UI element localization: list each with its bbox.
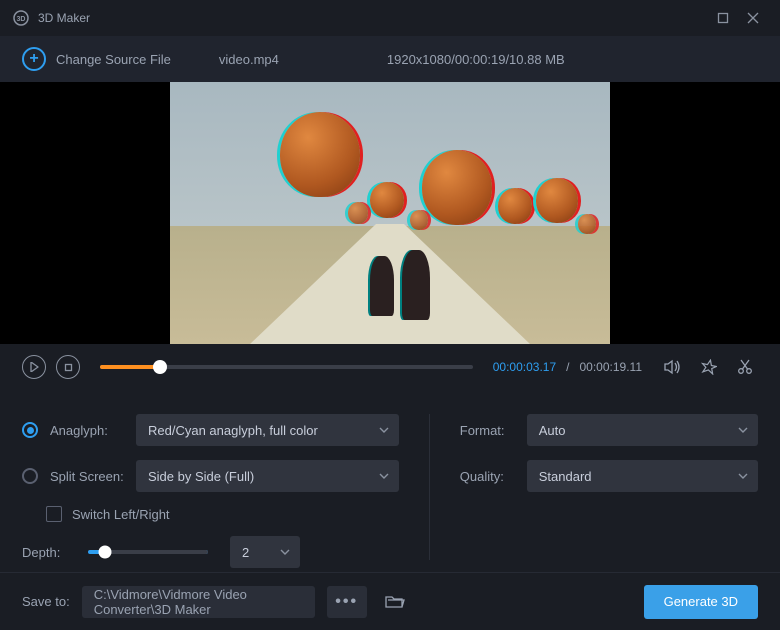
playback-bar: 00:00:03.17 / 00:00:19.11 — [0, 344, 780, 390]
chevron-down-icon — [738, 427, 748, 433]
depth-slider[interactable] — [88, 550, 208, 554]
anaglyph-radio[interactable] — [22, 422, 38, 438]
split-screen-select[interactable]: Side by Side (Full) — [136, 460, 399, 492]
change-source-label: Change Source File — [56, 52, 171, 67]
cut-button[interactable] — [732, 359, 758, 375]
open-folder-button[interactable] — [379, 586, 411, 618]
source-bar: + Change Source File video.mp4 1920x1080… — [0, 36, 780, 82]
anaglyph-label: Anaglyph: — [50, 423, 124, 438]
chevron-down-icon — [280, 549, 290, 555]
split-screen-label: Split Screen: — [50, 469, 124, 484]
time-current: 00:00:03.17 — [493, 360, 556, 374]
close-button[interactable] — [738, 3, 768, 33]
app-title: 3D Maker — [38, 11, 90, 25]
volume-button[interactable] — [660, 359, 686, 375]
switch-lr-checkbox[interactable] — [46, 506, 62, 522]
change-source-button[interactable]: + Change Source File — [22, 47, 171, 71]
quality-label: Quality: — [460, 469, 515, 484]
time-sep: / — [566, 360, 569, 374]
chevron-down-icon — [379, 473, 389, 479]
anaglyph-select[interactable]: Red/Cyan anaglyph, full color — [136, 414, 399, 446]
app-icon: 3D — [12, 9, 30, 27]
titlebar: 3D 3D Maker — [0, 0, 780, 36]
depth-select[interactable]: 2 — [230, 536, 300, 568]
source-meta: 1920x1080/00:00:19/10.88 MB — [387, 52, 565, 67]
maximize-button[interactable] — [708, 3, 738, 33]
settings-panel: Anaglyph: Red/Cyan anaglyph, full color … — [0, 390, 780, 572]
footer-bar: Save to: C:\Vidmore\Vidmore Video Conver… — [0, 572, 780, 630]
play-button[interactable] — [22, 355, 46, 379]
effects-button[interactable] — [696, 359, 722, 375]
generate-3d-button[interactable]: Generate 3D — [644, 585, 758, 619]
switch-lr-label: Switch Left/Right — [72, 507, 170, 522]
video-preview — [0, 82, 780, 344]
browse-button[interactable]: ••• — [327, 586, 367, 618]
depth-label: Depth: — [22, 545, 66, 560]
split-screen-radio[interactable] — [22, 468, 38, 484]
save-to-label: Save to: — [22, 594, 70, 609]
time-total: 00:00:19.11 — [579, 360, 642, 374]
chevron-down-icon — [379, 427, 389, 433]
stop-button[interactable] — [56, 355, 80, 379]
source-filename: video.mp4 — [219, 52, 279, 67]
quality-select[interactable]: Standard — [527, 460, 758, 492]
svg-text:3D: 3D — [17, 16, 26, 23]
preview-frame — [170, 82, 610, 344]
chevron-down-icon — [738, 473, 748, 479]
format-select[interactable]: Auto — [527, 414, 758, 446]
plus-icon: + — [22, 47, 46, 71]
format-label: Format: — [460, 423, 515, 438]
seek-slider[interactable] — [100, 365, 473, 369]
save-path-input[interactable]: C:\Vidmore\Vidmore Video Converter\3D Ma… — [82, 586, 315, 618]
